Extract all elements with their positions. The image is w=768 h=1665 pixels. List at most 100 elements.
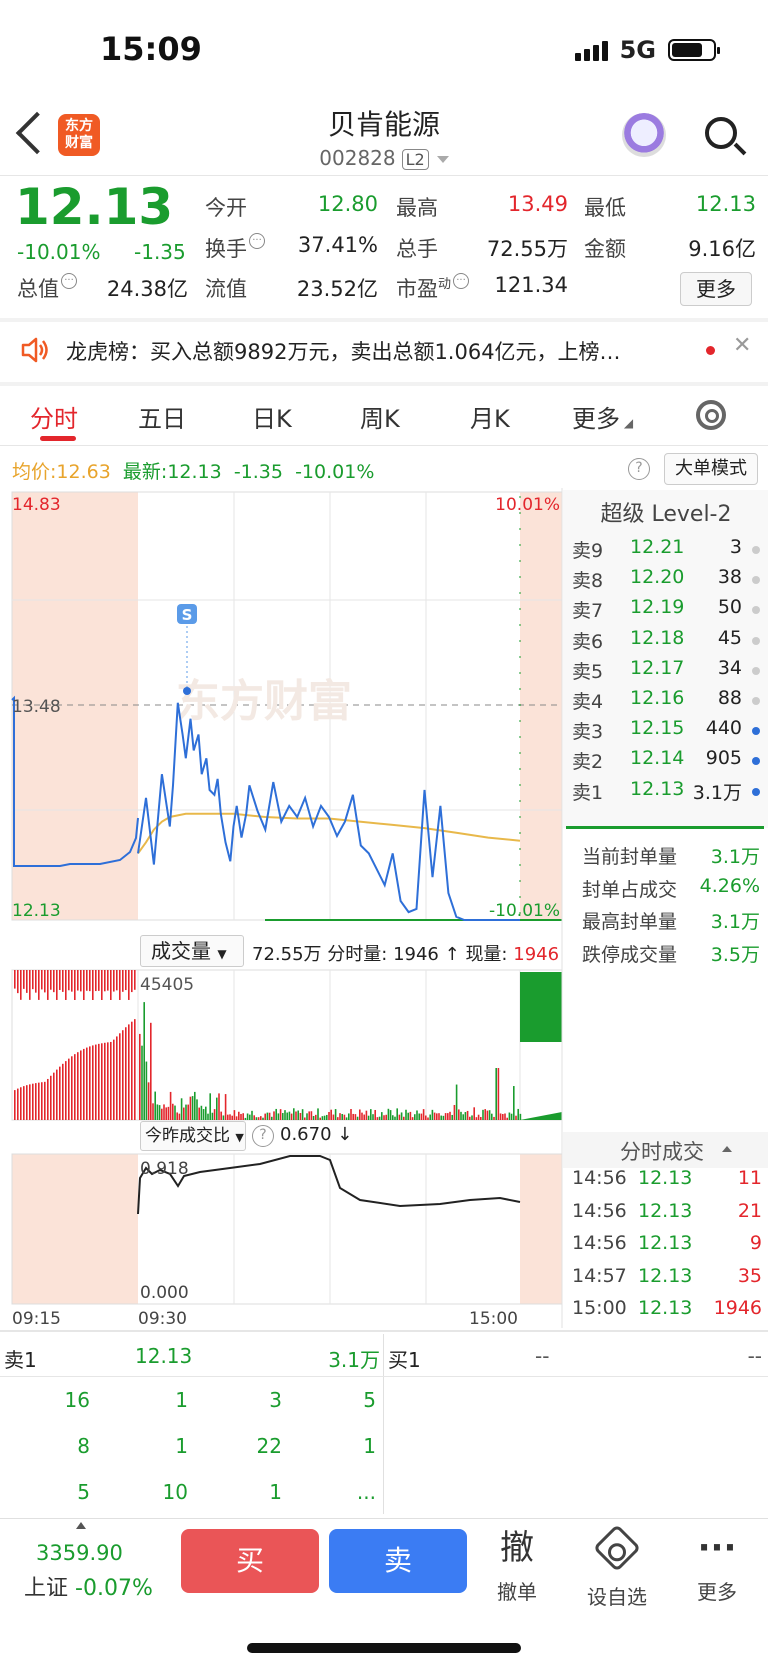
- volume-bar: [23, 1086, 25, 1120]
- volume-bar: [14, 970, 16, 989]
- more-quote-button[interactable]: 更多: [680, 272, 752, 306]
- volume-bar: [436, 1113, 438, 1120]
- news-ticker[interactable]: 龙虎榜：买入总额9892万元，卖出总额1.064亿元，上榜…: [66, 336, 686, 366]
- ask-price: 12.14: [630, 747, 685, 770]
- volume-indicator-select[interactable]: 成交量 ▼: [140, 935, 244, 967]
- tab-monthly-k[interactable]: 月K: [470, 399, 510, 434]
- volume-bar: [200, 1105, 203, 1120]
- divider: [0, 175, 768, 176]
- help-icon[interactable]: ?: [628, 458, 650, 480]
- volume-bar: [405, 1109, 407, 1120]
- volume-bar: [502, 1114, 504, 1120]
- turnover-label[interactable]: 换手 ···: [205, 233, 265, 263]
- volume-bar: [440, 1115, 442, 1120]
- buy-button[interactable]: 买: [181, 1529, 319, 1593]
- volume-bar: [301, 1109, 304, 1120]
- order-book-divider: [566, 826, 764, 829]
- ratio-value: 0.670 ↓: [280, 1124, 353, 1145]
- volume-bar: [409, 1111, 412, 1120]
- assistant-robot-icon[interactable]: [622, 113, 666, 157]
- queue-order: 1: [175, 1434, 188, 1458]
- volume-bar: [345, 1117, 348, 1120]
- tick-volume: 1946: [713, 1297, 762, 1319]
- volume-bar: [41, 970, 43, 990]
- add-watchlist-button[interactable]: 设自选: [582, 1523, 652, 1610]
- more-button[interactable]: ··· 更多: [682, 1526, 752, 1605]
- ask-price: 12.17: [630, 656, 685, 679]
- volume-label: 总手: [396, 237, 438, 261]
- change-percent: -10.01%: [17, 240, 101, 264]
- volume-bar: [420, 1113, 423, 1120]
- ticks-title[interactable]: 分时成交: [620, 1136, 704, 1166]
- network-label: 5G: [619, 36, 656, 64]
- cancel-order-label: 撤单: [497, 1580, 537, 1604]
- pe-label[interactable]: 市盈动 ···: [396, 273, 470, 303]
- index-value[interactable]: 3359.90: [36, 1541, 123, 1565]
- volume-bar: [169, 1091, 172, 1120]
- volume-bar: [113, 1039, 115, 1120]
- tab-more-label: 更多: [572, 405, 620, 433]
- gear-icon[interactable]: [696, 400, 726, 430]
- ask-row: 卖2 12.14 905: [570, 747, 760, 779]
- ask-volume: 34: [717, 656, 742, 679]
- search-icon[interactable]: [705, 117, 737, 149]
- watermark: 东方财富: [176, 676, 352, 727]
- volume-bar: [262, 1117, 264, 1120]
- volume-bar: [125, 1027, 127, 1120]
- market-cap-value: 24.38亿: [106, 277, 188, 301]
- tab-5day[interactable]: 五日: [138, 399, 186, 434]
- sell-button[interactable]: 卖: [329, 1529, 467, 1593]
- volume-bar: [394, 1116, 396, 1120]
- tab-more[interactable]: 更多 ◢: [572, 399, 633, 434]
- cancel-order-button[interactable]: 撤 撤单: [482, 1526, 552, 1605]
- volume-bar: [455, 1084, 458, 1120]
- tab-daily-k[interactable]: 日K: [252, 399, 292, 434]
- ratio-select-label: 今昨成交比: [145, 1126, 230, 1146]
- index-pct: -0.07%: [75, 1576, 153, 1601]
- volume-bar: [480, 1116, 482, 1120]
- volume-bar: [59, 1066, 61, 1120]
- volume-bar: [17, 970, 19, 994]
- volume-bar: [319, 1117, 321, 1120]
- ask-row: 卖4 12.16 88: [570, 687, 760, 719]
- volume-bar: [101, 970, 103, 1000]
- volume-bar: [131, 1021, 133, 1120]
- volume-bar: [477, 1114, 480, 1120]
- tab-intraday[interactable]: 分时: [30, 399, 78, 434]
- volume-bar: [330, 1109, 332, 1120]
- expand-up-icon[interactable]: [76, 1522, 86, 1529]
- battery-icon: [668, 39, 720, 61]
- seal-stat-label: 最高封单量: [582, 911, 678, 933]
- volume-bar: [392, 1115, 394, 1120]
- volume-bar: [264, 1113, 266, 1120]
- volume-bar: [451, 1114, 453, 1120]
- volume-bar: [172, 1103, 174, 1120]
- tab-weekly-k[interactable]: 周K: [360, 399, 400, 434]
- pct-top-label: 10.01%: [495, 495, 560, 515]
- volume-bar: [62, 970, 64, 992]
- tick-row: 14:57 12.13 35: [572, 1265, 762, 1295]
- volume-bar: [71, 970, 73, 992]
- tick-time: 15:00: [572, 1297, 627, 1319]
- ask-price: 12.20: [630, 566, 685, 589]
- seal-stat-value: 3.1万: [710, 911, 760, 933]
- volume-bar: [77, 970, 79, 991]
- market-cap-label[interactable]: 总值 ···: [17, 273, 77, 303]
- speaker-icon: [21, 337, 48, 363]
- x-label-open: 09:15: [12, 1309, 61, 1328]
- help-icon[interactable]: ?: [252, 1125, 274, 1147]
- signal-point: [183, 687, 191, 695]
- volume-bar: [370, 1109, 372, 1120]
- ask-row: 卖7 12.19 50: [570, 596, 760, 628]
- big-order-mode-button[interactable]: 大单模式: [664, 453, 758, 485]
- volume-select-label: 成交量: [151, 939, 211, 963]
- volume-bar: [403, 1116, 405, 1120]
- caret-down-icon: ▼: [235, 1131, 244, 1144]
- volume-bar: [506, 1117, 508, 1120]
- volume-bar: [122, 970, 124, 992]
- volume-bar: [312, 1115, 315, 1120]
- add-watchlist-label: 设自选: [587, 1585, 647, 1609]
- close-icon[interactable]: ✕: [733, 333, 751, 358]
- index-name[interactable]: 上证 -0.07%: [24, 1570, 153, 1602]
- ratio-indicator-select[interactable]: 今昨成交比 ▼: [140, 1121, 246, 1151]
